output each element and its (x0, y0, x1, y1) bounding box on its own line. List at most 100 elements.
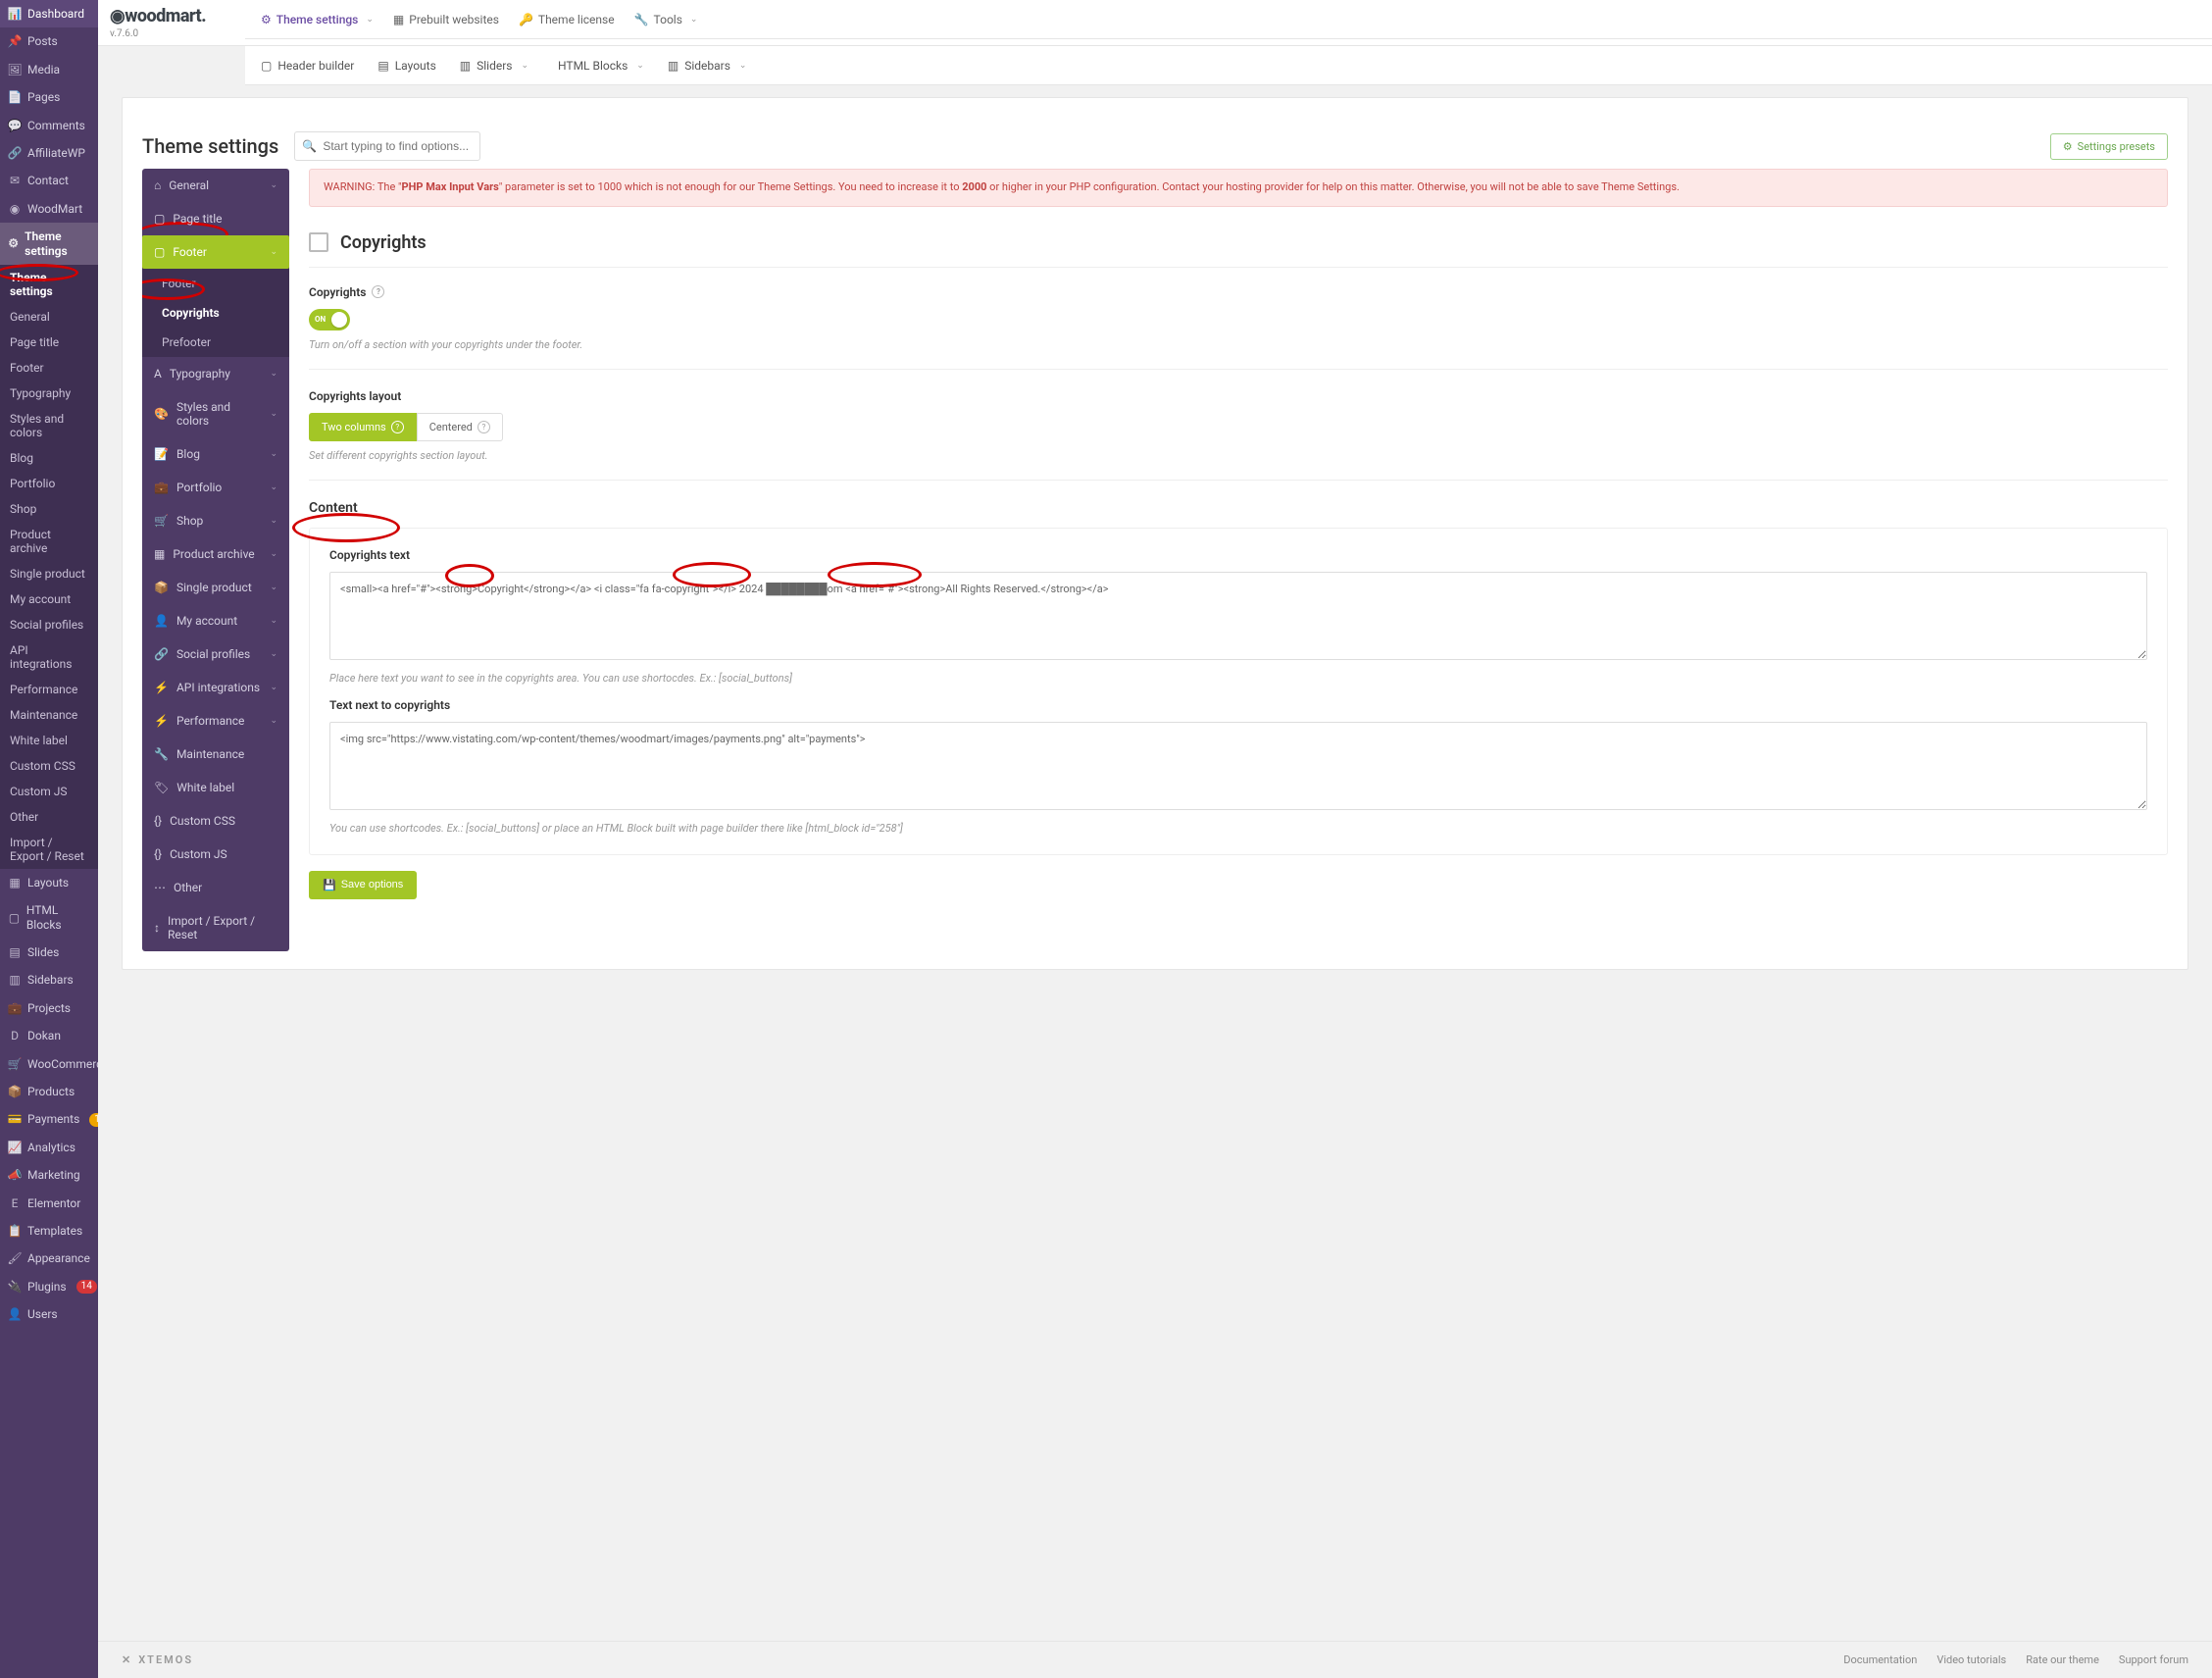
secondbar-header-builder[interactable]: ▢Header builder (261, 59, 354, 73)
settings-nav-styles-and-colors[interactable]: 🎨Styles and colors⌄ (142, 390, 289, 437)
wp-submenu-custom-css[interactable]: Custom CSS (0, 753, 98, 779)
wp-submenu-single-product[interactable]: Single product (0, 561, 98, 586)
layout-two-columns-button[interactable]: Two columns? (309, 413, 417, 441)
wp-menu-posts[interactable]: 📌Posts (0, 27, 98, 55)
wp-menu-marketing[interactable]: 📣Marketing (0, 1161, 98, 1189)
settings-presets-button[interactable]: ⚙ Settings presets (2050, 133, 2168, 160)
nav-icon: ▢ (154, 245, 165, 259)
wp-menu-dokan[interactable]: DDokan (0, 1022, 98, 1049)
wp-menu-payments[interactable]: 💳Payments1 (0, 1105, 98, 1133)
settings-nav-api-integrations[interactable]: ⚡API integrations⌄ (142, 671, 289, 704)
settings-nav-performance[interactable]: ⚡Performance⌄ (142, 704, 289, 737)
settings-nav-portfolio[interactable]: 💼Portfolio⌄ (142, 471, 289, 504)
footer-link-documentation[interactable]: Documentation (1843, 1653, 1917, 1666)
settings-nav-import-export-reset[interactable]: ↕Import / Export / Reset (142, 904, 289, 951)
layout-centered-button[interactable]: Centered? (417, 413, 503, 441)
toolbar-theme-license[interactable]: 🔑Theme license (519, 13, 615, 26)
secondbar-icon: ▥ (668, 59, 679, 73)
footer-link-rate-our-theme[interactable]: Rate our theme (2026, 1653, 2099, 1666)
text-next-textarea[interactable]: <img src="https://www.vistating.com/wp-c… (329, 722, 2147, 810)
wp-menu-pages[interactable]: 📄Pages (0, 83, 98, 111)
settings-nav-shop[interactable]: 🛒Shop⌄ (142, 504, 289, 537)
wp-submenu-social-profiles[interactable]: Social profiles (0, 612, 98, 637)
wp-submenu-product-archive[interactable]: Product archive (0, 522, 98, 561)
footer-link-video-tutorials[interactable]: Video tutorials (1936, 1653, 2006, 1666)
copyrights-toggle[interactable]: ON (309, 309, 350, 331)
wp-submenu-maintenance[interactable]: Maintenance (0, 702, 98, 728)
settings-nav-social-profiles[interactable]: 🔗Social profiles⌄ (142, 637, 289, 671)
secondbar-sliders[interactable]: ▥Sliders (460, 59, 528, 73)
wp-submenu-blog[interactable]: Blog (0, 445, 98, 471)
secondbar-html-blocks[interactable]: HTML Blocks (552, 59, 644, 73)
settings-nav-blog[interactable]: 📝Blog⌄ (142, 437, 289, 471)
secondbar-layouts[interactable]: ▤Layouts (377, 59, 435, 73)
wp-menu-plugins[interactable]: 🔌Plugins14 (0, 1273, 98, 1300)
toolbar-prebuilt-websites[interactable]: ▦Prebuilt websites (393, 13, 499, 26)
settings-nav-single-product[interactable]: 📦Single product⌄ (142, 571, 289, 604)
secondbar-sidebars[interactable]: ▥Sidebars (668, 59, 747, 73)
wp-menu-contact[interactable]: ✉Contact (0, 167, 98, 194)
wp-menu-layouts[interactable]: ▦Layouts (0, 869, 98, 896)
wp-menu-theme-settings[interactable]: ⚙Theme settings (0, 223, 98, 265)
settings-nav-product-archive[interactable]: ▦Product archive⌄ (142, 537, 289, 571)
search-input[interactable] (294, 131, 480, 161)
wp-submenu-shop[interactable]: Shop (0, 496, 98, 522)
help-icon[interactable]: ? (391, 421, 404, 433)
wp-menu-appearance[interactable]: 🖌Appearance (0, 1245, 98, 1272)
wp-submenu-footer[interactable]: Footer (0, 355, 98, 381)
help-icon[interactable]: ? (372, 285, 384, 298)
chevron-icon: ⌄ (270, 683, 277, 692)
wp-menu-dashboard[interactable]: 📊Dashboard (0, 0, 98, 27)
wp-menu-woodmart[interactable]: ◉WoodMart (0, 195, 98, 223)
badge: 1 (89, 1113, 98, 1127)
wp-submenu-styles-and-colors[interactable]: Styles and colors (0, 406, 98, 445)
footer-link-support-forum[interactable]: Support forum (2119, 1653, 2188, 1666)
wp-submenu-other[interactable]: Other (0, 804, 98, 830)
settings-nav-maintenance[interactable]: 🔧Maintenance (142, 737, 289, 771)
wp-submenu-performance[interactable]: Performance (0, 677, 98, 702)
wp-submenu-white-label[interactable]: White label (0, 728, 98, 753)
settings-nav-page-title[interactable]: ▢Page title (142, 202, 289, 235)
wp-menu-products[interactable]: 📦Products (0, 1078, 98, 1105)
toolbar-theme-settings[interactable]: ⚙Theme settings (261, 13, 374, 26)
settings-nav-white-label[interactable]: 🏷White label (142, 771, 289, 804)
settings-subnav-copyrights[interactable]: Copyrights (142, 298, 289, 328)
wp-menu-html-blocks[interactable]: ▢HTML Blocks (0, 896, 98, 939)
copyrights-layout-help: Set different copyrights section layout. (309, 449, 2168, 462)
wp-menu-comments[interactable]: 💬Comments (0, 112, 98, 139)
settings-nav-custom-css[interactable]: {}Custom CSS (142, 804, 289, 838)
settings-subnav-footer[interactable]: Footer (142, 269, 289, 298)
wp-menu-sidebars[interactable]: ▥Sidebars (0, 966, 98, 993)
wp-submenu-theme-settings[interactable]: Theme settings (0, 265, 98, 304)
wp-menu-media[interactable]: 🖼Media (0, 56, 98, 83)
wp-submenu-portfolio[interactable]: Portfolio (0, 471, 98, 496)
wp-menu-woocommerce[interactable]: 🛒WooCommerce (0, 1050, 98, 1078)
wp-submenu-import-export-reset[interactable]: Import / Export / Reset (0, 830, 98, 869)
wp-submenu-typography[interactable]: Typography (0, 381, 98, 406)
wp-menu-templates[interactable]: 📋Templates (0, 1217, 98, 1245)
wp-menu-users[interactable]: 👤Users (0, 1300, 98, 1328)
wp-submenu-page-title[interactable]: Page title (0, 330, 98, 355)
wp-menu-slides[interactable]: ▤Slides (0, 939, 98, 966)
section-title: Copyrights (340, 232, 427, 253)
wp-submenu-custom-js[interactable]: Custom JS (0, 779, 98, 804)
settings-subnav-prefooter[interactable]: Prefooter (142, 328, 289, 357)
settings-nav-footer[interactable]: ▢Footer⌄ (142, 235, 289, 269)
wp-menu-affiliatewp[interactable]: 🔗AffiliateWP (0, 139, 98, 167)
wp-menu-projects[interactable]: 💼Projects (0, 994, 98, 1022)
wp-submenu-my-account[interactable]: My account (0, 586, 98, 612)
settings-nav-my-account[interactable]: 👤My account⌄ (142, 604, 289, 637)
wp-menu-analytics[interactable]: 📈Analytics (0, 1134, 98, 1161)
settings-nav-custom-js[interactable]: {}Custom JS (142, 838, 289, 871)
settings-nav-general[interactable]: ⌂General⌄ (142, 169, 289, 202)
toolbar-tools[interactable]: 🔧Tools (634, 13, 698, 26)
save-options-button[interactable]: 💾 Save options (309, 871, 417, 899)
help-icon[interactable]: ? (478, 421, 490, 433)
wp-menu-elementor[interactable]: EElementor (0, 1190, 98, 1217)
copyrights-toggle-help: Turn on/off a section with your copyrigh… (309, 338, 2168, 351)
wp-submenu-api-integrations[interactable]: API integrations (0, 637, 98, 677)
settings-nav-typography[interactable]: ATypography⌄ (142, 357, 289, 390)
copyrights-text-textarea[interactable]: <small><a href="#"><strong>Copyright</st… (329, 572, 2147, 660)
settings-nav-other[interactable]: ⋯Other (142, 871, 289, 904)
wp-submenu-general[interactable]: General (0, 304, 98, 330)
